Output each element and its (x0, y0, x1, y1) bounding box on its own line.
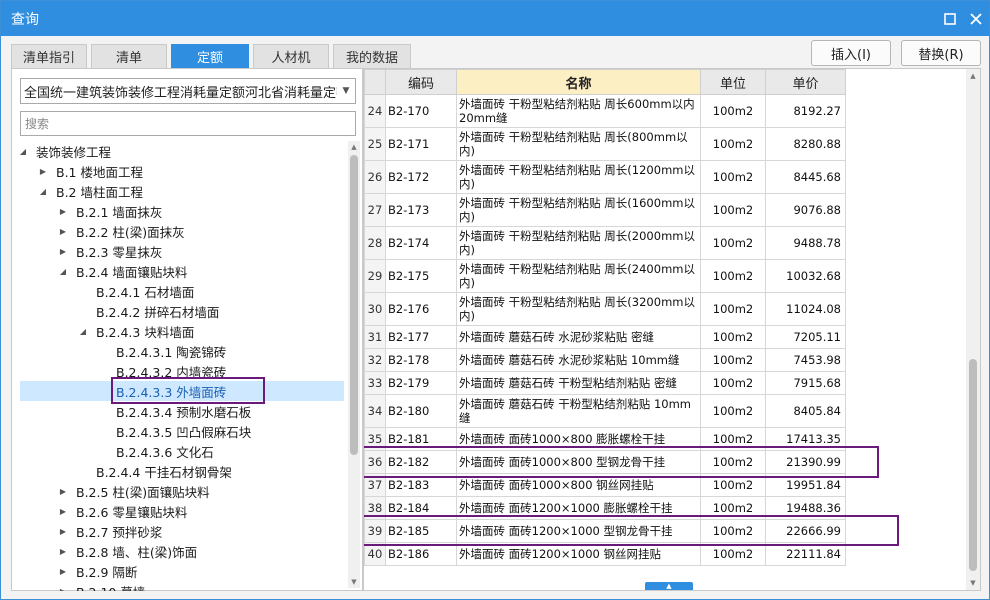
chevron-down-icon[interactable]: ▼ (337, 79, 355, 103)
tree-node[interactable]: ▶ B.2.3 零星抹灰 (56, 241, 162, 261)
tree-node[interactable]: B.2.4.1 石材墙面 (96, 281, 194, 301)
tree-node[interactable]: ▶ B.2.9 隔断 (56, 561, 137, 581)
query-dialog: 查询 清单指引 清单 定额 人材机 我的数据 插入(I) 替换(R) 全国统一建… (0, 0, 990, 600)
col-header-price[interactable]: 单价 (765, 69, 846, 95)
replace-button[interactable]: 替换(R) (901, 40, 981, 66)
annotation-box-row-36 (364, 446, 879, 478)
col-header-code[interactable]: 编码 (385, 69, 457, 95)
table-row[interactable]: 32 B2-178 外墙面砖 蘑菇石砖 水泥砂浆粘贴 10mm缝 100m2 7453.… (364, 348, 846, 372)
expanded-icon[interactable]: ◢ (56, 267, 70, 276)
scroll-up-icon[interactable]: ▲ (967, 70, 979, 82)
collapsed-icon[interactable]: ▶ (56, 527, 70, 536)
tree-node[interactable]: ◢ B.2 墙柱面工程 (36, 181, 143, 201)
collapsed-icon[interactable]: ▶ (56, 247, 70, 256)
quota-list-pane: 编码 名称 单位 单价 24 B2-170 外墙面砖 干粉型粘结剂粘贴 周长600m… (363, 68, 981, 591)
tree-node[interactable]: ▶ B.2.1 墙面抹灰 (56, 201, 162, 221)
tree-node[interactable]: ▶ B.1 楼地面工程 (36, 161, 143, 181)
table-row[interactable]: 25 B2-171 外墙面砖 干粉型粘结剂粘贴 周长(800mm以内) 100m2 82… (364, 127, 846, 161)
search-input[interactable] (20, 111, 356, 136)
table-row[interactable]: 27 B2-173 外墙面砖 干粉型粘结剂粘贴 周长(1600mm以内) 100m2 9… (364, 193, 846, 227)
expanded-icon[interactable]: ◢ (16, 147, 30, 156)
expanded-icon[interactable]: ◢ (76, 327, 90, 336)
collapsed-icon[interactable]: ▶ (56, 587, 70, 592)
collapsed-icon[interactable]: ▶ (56, 487, 70, 496)
quota-table: 编码 名称 单位 单价 24 B2-170 外墙面砖 干粉型粘结剂粘贴 周长600m… (364, 69, 846, 566)
table-row[interactable]: 30 B2-176 外墙面砖 干粉型粘结剂粘贴 周长(3200mm以内) 100m2 1… (364, 292, 846, 326)
tree-node[interactable]: ◢ 装饰装修工程 (16, 141, 111, 161)
table-row[interactable]: 29 B2-175 外墙面砖 干粉型粘结剂粘贴 周长(2400mm以内) 100m2 1… (364, 259, 846, 293)
tree-node[interactable]: B.2.4.3.4 预制水磨石板 (116, 401, 251, 421)
insert-button[interactable]: 插入(I) (811, 40, 891, 66)
table-row[interactable]: 26 B2-172 外墙面砖 干粉型粘结剂粘贴 周长(1200mm以内) 100m2 8… (364, 160, 846, 194)
collapsed-icon[interactable]: ▶ (56, 227, 70, 236)
tab-bill[interactable]: 清单 (91, 44, 167, 68)
tab-labor-material-machine[interactable]: 人材机 (253, 44, 329, 68)
expanded-icon[interactable]: ◢ (36, 187, 50, 196)
scroll-down-icon[interactable]: ▼ (348, 576, 360, 588)
tree-node[interactable]: ▶B.2.10 幕墙 (56, 581, 145, 592)
collapsed-icon[interactable]: ▶ (56, 547, 70, 556)
scrollbar-thumb[interactable] (350, 155, 358, 455)
tree-node[interactable]: B.2.4.3.5 凹凸假麻石块 (116, 421, 251, 441)
tree-node[interactable]: ◢ B.2.4 墙面镶贴块料 (56, 261, 187, 281)
collapsed-icon[interactable]: ▶ (56, 207, 70, 216)
table-scrollbar[interactable]: ▲ ▼ (966, 69, 980, 590)
annotation-box (111, 377, 265, 404)
tab-quota[interactable]: 定额 (171, 44, 249, 68)
collapsed-icon[interactable]: ▶ (56, 507, 70, 516)
col-header-name[interactable]: 名称 (456, 69, 701, 95)
tree-node[interactable]: ▶ B.2.6 零星镶贴块料 (56, 501, 187, 521)
tree-node[interactable]: ▶ B.2.5 柱(梁)面镶贴块料 (56, 481, 210, 501)
tree-node[interactable]: B.2.4.3.1 陶瓷锦砖 (116, 341, 226, 361)
dialog-title: 查询 (11, 11, 39, 28)
table-row[interactable]: 33 B2-179 外墙面砖 蘑菇石砖 干粉型粘结剂粘贴 密缝 100m2 7915.6… (364, 371, 846, 395)
table-row[interactable]: 31 B2-177 外墙面砖 蘑菇石砖 水泥砂浆粘贴 密缝 100m2 7205.11 (364, 325, 846, 349)
scrollbar-thumb[interactable] (969, 359, 977, 571)
category-pane: 全国统一建筑装饰装修工程消耗量定额河北省消耗量定额(2012) ▼ ◢装饰装修工… (11, 68, 363, 591)
library-select[interactable]: 全国统一建筑装饰装修工程消耗量定额河北省消耗量定额(2012) ▼ (20, 78, 356, 104)
tree-node[interactable]: ▶ B.2.2 柱(梁)面抹灰 (56, 221, 185, 241)
table-row[interactable]: 34 B2-180 外墙面砖 蘑菇石砖 干粉型粘结剂粘贴 10mm缝 100m2 840… (364, 394, 846, 428)
scroll-up-icon[interactable]: ▲ (348, 141, 360, 153)
collapsed-icon[interactable]: ▶ (56, 567, 70, 576)
tab-bar: 清单指引 清单 定额 人材机 我的数据 (11, 44, 415, 68)
tab-my-data[interactable]: 我的数据 (333, 44, 411, 68)
library-select-value: 全国统一建筑装饰装修工程消耗量定额河北省消耗量定额(2012) (24, 85, 356, 101)
tab-bill-guide[interactable]: 清单指引 (11, 44, 87, 68)
collapsed-icon[interactable]: ▶ (36, 167, 50, 176)
close-icon[interactable] (963, 6, 989, 32)
tree-node[interactable]: ▶ B.2.8 墙、柱(梁)饰面 (56, 541, 197, 561)
table-header-row: 编码 名称 单位 单价 (364, 69, 846, 95)
category-tree: ◢ 装饰装修工程 ▶ B.1 楼地面工程 ◢ B.2 墙柱面工程 ▶ B.2.1 墙面抹… (12, 141, 344, 591)
tree-node[interactable]: B.2.4.2 拼碎石材墙面 (96, 301, 219, 321)
maximize-icon[interactable] (937, 6, 963, 32)
table-row[interactable]: 24 B2-170 外墙面砖 干粉型粘结剂粘贴 周长600mm以内 20mm缝 100… (364, 94, 846, 128)
title-bar: 查询 (1, 1, 989, 36)
col-header-unit[interactable]: 单位 (700, 69, 766, 95)
table-row[interactable]: 28 B2-174 外墙面砖 干粉型粘结剂粘贴 周长(2000mm以内) 100m2 9… (364, 226, 846, 260)
tree-node[interactable]: B.2.4.3.6 文化石 (116, 441, 214, 461)
tree-node[interactable]: ▶ B.2.7 预拌砂浆 (56, 521, 162, 541)
annotation-box-row-39 (364, 515, 899, 546)
tree-node[interactable]: ◢ B.2.4.3 块料墙面 (76, 321, 194, 341)
scroll-down-icon[interactable]: ▼ (967, 577, 979, 589)
chevron-up-icon[interactable]: ▲ (645, 582, 693, 590)
col-header-index (364, 69, 386, 95)
tree-scrollbar[interactable]: ▲ ▼ (348, 141, 360, 588)
tree-node[interactable]: B.2.4.4 干挂石材钢骨架 (96, 461, 232, 481)
